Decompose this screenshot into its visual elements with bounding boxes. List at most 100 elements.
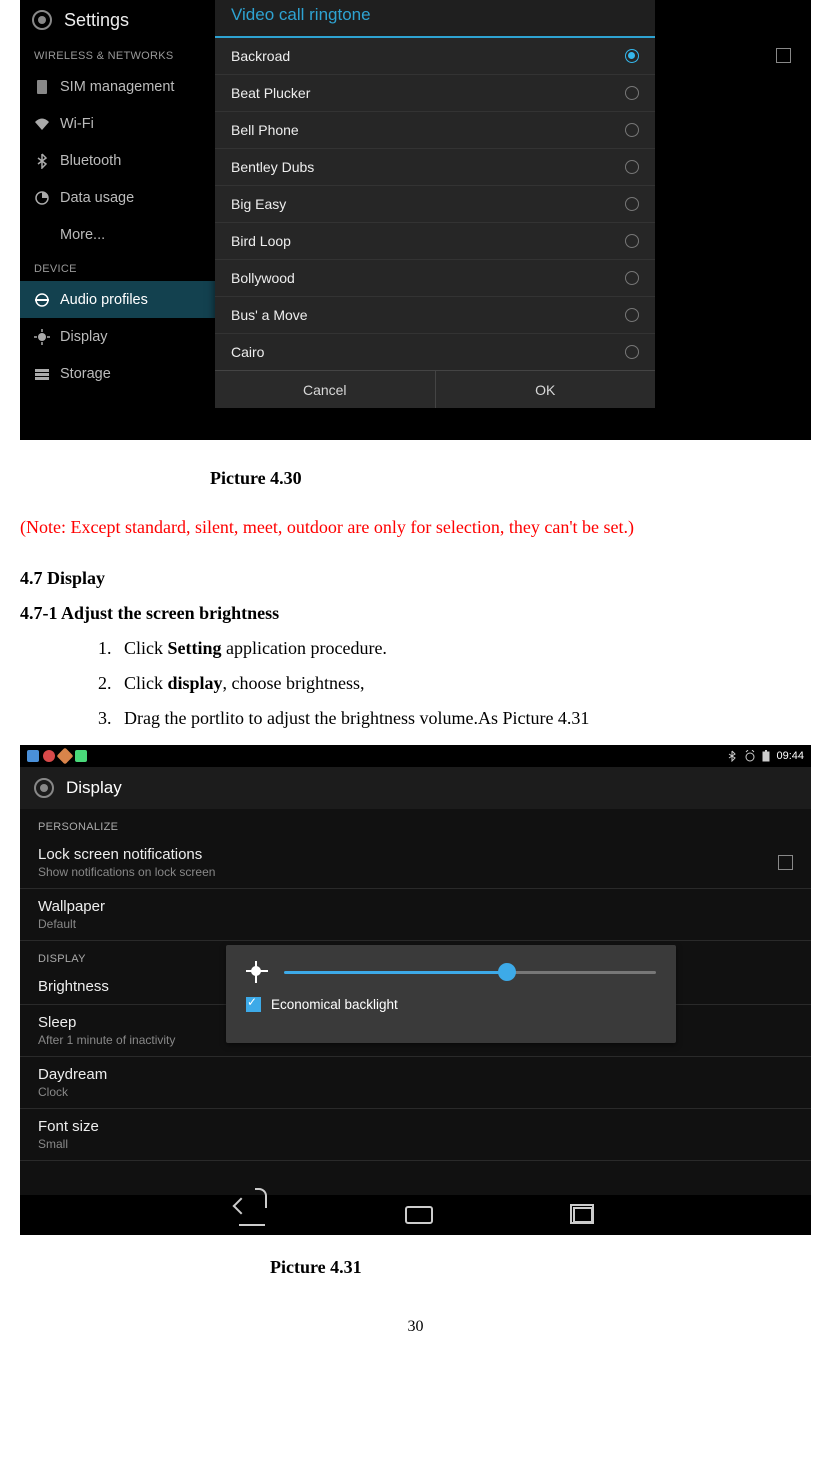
checkbox-icon[interactable] <box>778 855 793 870</box>
display-body: PERSONALIZE Lock screen notifications Sh… <box>20 809 811 1195</box>
ringtone-label: Cairo <box>231 344 264 360</box>
recent-apps-button[interactable] <box>573 1207 593 1223</box>
ringtone-option-bollywood[interactable]: Bollywood <box>215 260 655 297</box>
economical-checkbox[interactable] <box>246 997 261 1012</box>
sidebar-item-storage[interactable]: Storage <box>20 355 215 392</box>
sidebar-item-label: Bluetooth <box>60 153 121 169</box>
row-wallpaper[interactable]: Wallpaper Default <box>20 889 811 941</box>
sidebar-section-wireless: WIRELESS & NETWORKS <box>20 40 215 68</box>
row-daydream[interactable]: Daydream Clock <box>20 1057 811 1109</box>
status-bar: 09:44 <box>20 745 811 767</box>
row-title: Brightness <box>38 978 109 995</box>
slider-thumb[interactable] <box>498 963 516 981</box>
bluetooth-status-icon <box>726 750 738 762</box>
sidebar-item-more[interactable]: More... <box>20 216 215 253</box>
sidebar-item-display[interactable]: Display <box>20 318 215 355</box>
section-personalize: PERSONALIZE <box>20 809 811 837</box>
display-icon <box>34 329 50 345</box>
audio-icon <box>34 292 50 308</box>
sidebar-item-audio-profiles[interactable]: Audio profiles <box>20 281 215 318</box>
ringtone-option-backroad[interactable]: Backroad <box>215 38 655 75</box>
ringtone-label: Bentley Dubs <box>231 159 314 175</box>
ringtone-option-cairo[interactable]: Cairo <box>215 334 655 370</box>
settings-sidebar: WIRELESS & NETWORKS SIM management Wi-Fi… <box>20 40 215 440</box>
cancel-button[interactable]: Cancel <box>215 371 435 408</box>
page-number: 30 <box>20 1318 811 1336</box>
status-icon <box>57 748 74 765</box>
display-header: Display <box>20 767 811 809</box>
gear-icon <box>32 10 52 30</box>
step-text: application procedure. <box>222 638 387 658</box>
ringtone-label: Bollywood <box>231 270 295 286</box>
ringtone-label: Backroad <box>231 48 290 64</box>
row-subtitle: Show notifications on lock screen <box>38 865 215 879</box>
status-icon <box>75 750 87 762</box>
ringtone-option-bentley-dubs[interactable]: Bentley Dubs <box>215 149 655 186</box>
row-subtitle: Small <box>38 1137 99 1151</box>
sidebar-item-datausage[interactable]: Data usage <box>20 179 215 216</box>
settings-title: Settings <box>64 10 129 31</box>
datausage-icon <box>34 190 50 206</box>
checkbox-icon <box>776 48 791 63</box>
home-button[interactable] <box>405 1206 433 1224</box>
dialog-title: Video call ringtone <box>215 0 655 38</box>
row-subtitle: After 1 minute of inactivity <box>38 1033 175 1047</box>
ok-button[interactable]: OK <box>435 371 656 408</box>
radio-icon <box>625 197 639 211</box>
sim-icon <box>34 79 50 95</box>
sidebar-item-sim[interactable]: SIM management <box>20 68 215 105</box>
ringtone-dialog: Video call ringtone Backroad Beat Plucke… <box>215 0 655 408</box>
sidebar-item-wifi[interactable]: Wi-Fi <box>20 105 215 142</box>
radio-icon <box>625 160 639 174</box>
step-text: Click <box>124 638 168 658</box>
row-title: Daydream <box>38 1066 107 1083</box>
wifi-icon <box>34 116 50 132</box>
ringtone-option-big-easy[interactable]: Big Easy <box>215 186 655 223</box>
sidebar-item-bluetooth[interactable]: Bluetooth <box>20 142 215 179</box>
sidebar-item-label: SIM management <box>60 79 174 95</box>
storage-icon <box>34 366 50 382</box>
bluetooth-icon <box>34 153 50 169</box>
radio-icon <box>625 308 639 322</box>
step-3: Drag the portlito to adjust the brightne… <box>116 708 811 729</box>
economical-label: Economical backlight <box>271 997 398 1012</box>
heading-4-7: 4.7 Display <box>20 568 811 589</box>
heading-4-7-1: 4.7-1 Adjust the screen brightness <box>20 603 811 624</box>
sidebar-item-label: Audio profiles <box>60 292 148 308</box>
step-2: Click display, choose brightness, <box>116 673 811 694</box>
ringtone-option-beat-plucker[interactable]: Beat Plucker <box>215 75 655 112</box>
ringtone-option-bird-loop[interactable]: Bird Loop <box>215 223 655 260</box>
nav-bar <box>20 1195 811 1235</box>
brightness-icon <box>246 961 268 983</box>
step-bold: Setting <box>168 638 222 658</box>
sidebar-item-label: Wi-Fi <box>60 116 94 132</box>
step-text: Click <box>124 673 168 693</box>
ringtone-label: Big Easy <box>231 196 286 212</box>
status-icons-left <box>27 750 87 762</box>
brightness-slider[interactable] <box>284 971 656 974</box>
dialog-buttons: Cancel OK <box>215 370 655 408</box>
ringtone-label: Beat Plucker <box>231 85 310 101</box>
sidebar-item-label: Storage <box>60 366 111 382</box>
row-title: Lock screen notifications <box>38 846 215 863</box>
radio-icon <box>625 271 639 285</box>
status-time: 09:44 <box>776 750 804 762</box>
sidebar-item-label: More... <box>60 227 105 243</box>
ringtone-option-bus-a-move[interactable]: Bus' a Move <box>215 297 655 334</box>
brightness-panel: Economical backlight <box>226 945 676 1043</box>
row-subtitle: Clock <box>38 1085 107 1099</box>
figure-caption-4-30: Picture 4.30 <box>210 468 811 489</box>
sidebar-item-label: Display <box>60 329 108 345</box>
ringtone-list[interactable]: Backroad Beat Plucker Bell Phone Bentley… <box>215 38 655 370</box>
step-text: , choose brightness, <box>223 673 365 693</box>
row-title: Sleep <box>38 1014 175 1031</box>
back-button[interactable] <box>239 1204 265 1226</box>
radio-icon <box>625 345 639 359</box>
row-font-size[interactable]: Font size Small <box>20 1109 811 1161</box>
battery-icon <box>762 750 770 762</box>
radio-selected-icon <box>625 49 639 63</box>
screenshot-display-brightness: 09:44 Display PERSONALIZE Lock screen no… <box>20 745 811 1235</box>
radio-icon <box>625 234 639 248</box>
row-lock-notifications[interactable]: Lock screen notifications Show notificat… <box>20 837 811 889</box>
ringtone-option-bell-phone[interactable]: Bell Phone <box>215 112 655 149</box>
